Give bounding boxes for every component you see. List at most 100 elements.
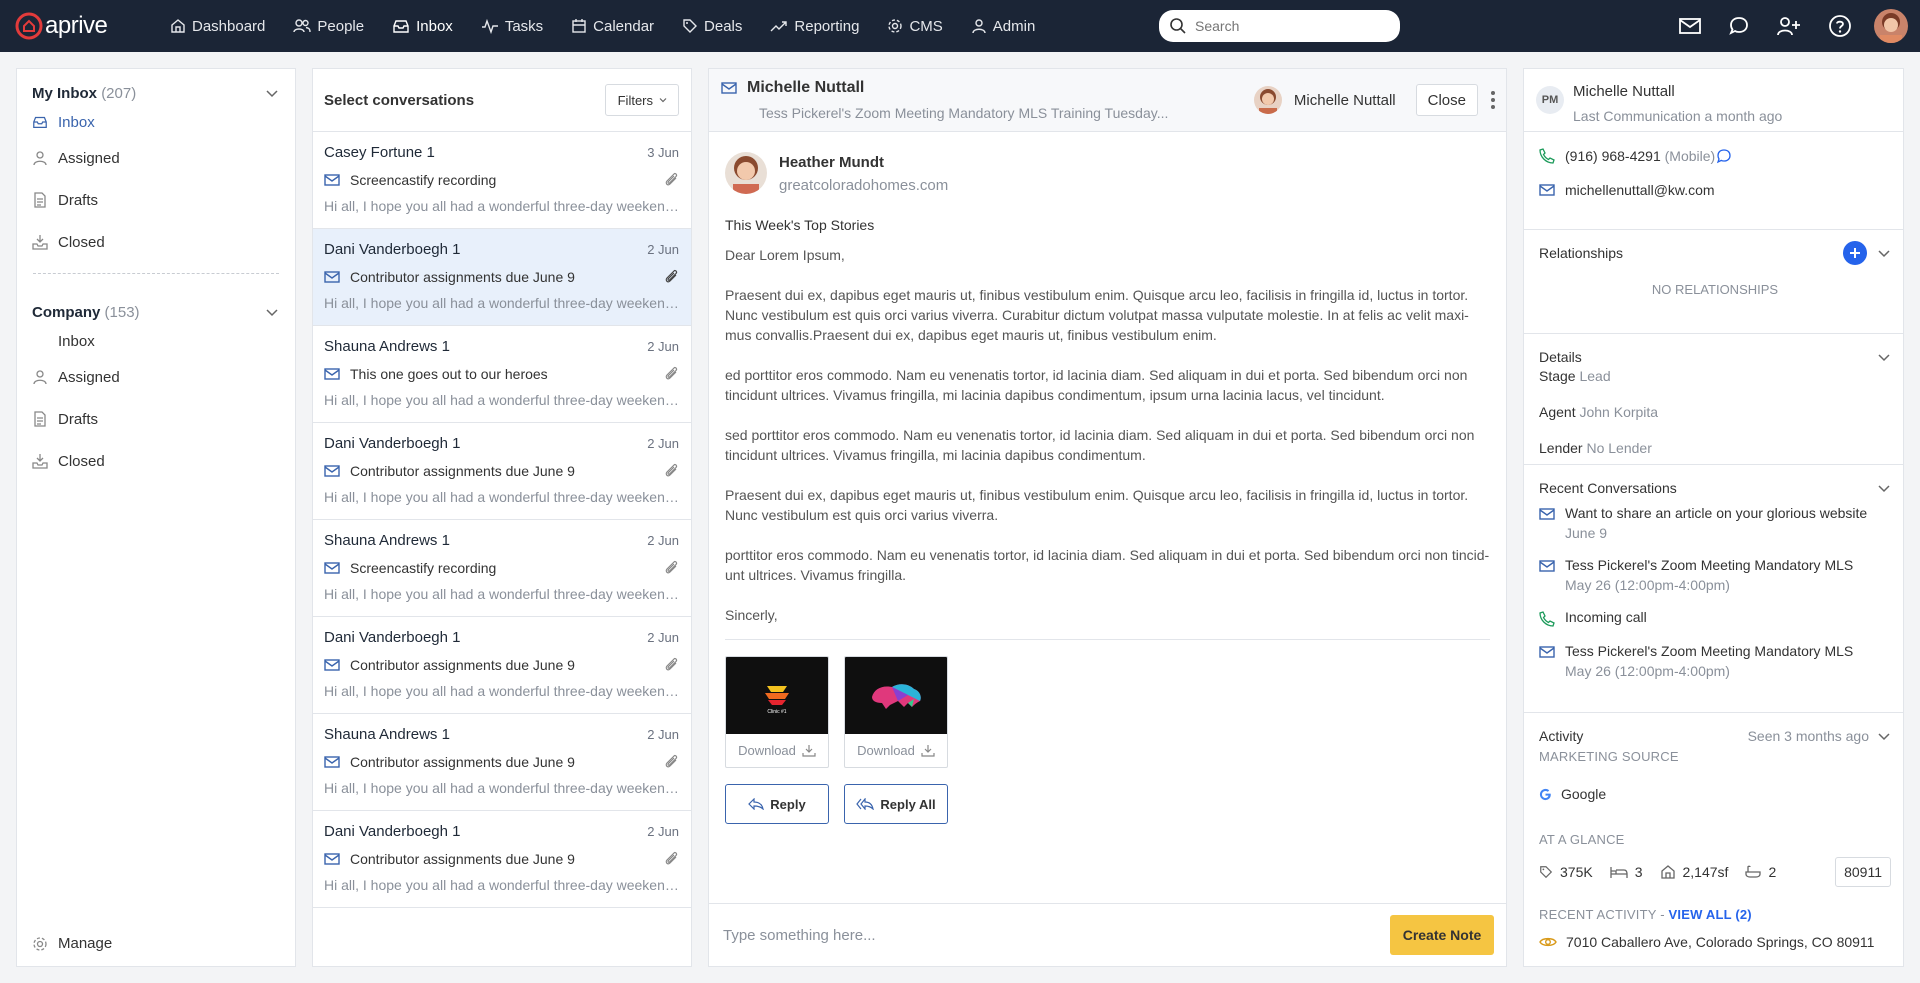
mail-icon[interactable] [1678,16,1702,36]
chevron-down-icon[interactable] [265,305,279,319]
paperclip-icon [665,851,678,865]
top-nav: aprive Dashboard People Inbox Tasks Cale… [0,0,1920,52]
sidebar-item-company-closed[interactable]: Closed [17,440,295,482]
my-inbox-count: (207) [101,84,137,102]
create-note-button[interactable]: Create Note [1390,915,1494,955]
conversation-row[interactable]: Dani Vanderboegh 1 2 Jun Contributor assig… [313,423,691,520]
tasks-icon [481,18,498,34]
sidebar-item-my-closed[interactable]: Closed [17,221,295,263]
download-label: Download [738,743,796,758]
recent-conversations-section: Recent Conversations Want to share an ar… [1524,465,1903,713]
my-inbox-header[interactable]: My Inbox (207) [17,79,295,107]
view-all-link[interactable]: VIEW ALL (2) [1669,907,1752,922]
detail-agent[interactable]: Agent John Korpita [1539,404,1891,424]
conversation-row[interactable]: Shauna Andrews 1 2 Jun Contributor assignm… [313,714,691,811]
nav-calendar[interactable]: Calendar [557,0,668,52]
conversation-preview: Hi all, I hope you all had a wonderful t… [324,586,679,602]
detail-stage[interactable]: Stage Lead [1539,368,1891,388]
conversation-date: 2 Jun [647,436,679,451]
sidebar-item-label: Drafts [58,191,99,209]
recent-activity-label: RECENT ACTIVITY - VIEW ALL (2) [1539,907,1891,922]
user-avatar[interactable] [1874,9,1908,43]
search-input[interactable] [1195,18,1385,34]
company-header[interactable]: Company (153) [17,298,295,326]
chevron-down-icon[interactable] [1877,481,1891,495]
sidebar-item-company-inbox[interactable]: Inbox [17,326,295,356]
sidebar-item-company-assigned[interactable]: Assigned [17,356,295,398]
detail-label: Stage [1539,368,1576,384]
email-paragraph: porttitor eros commodo. Nam eu venenatis… [725,547,1490,583]
nav-cms[interactable]: CMS [873,0,956,52]
conversation-preview: Hi all, I hope you all had a wonderful t… [324,780,679,796]
nav-deals[interactable]: Deals [668,0,756,52]
attachment[interactable]: Download [844,656,948,768]
chat-icon[interactable] [1728,15,1750,37]
glance-price: 375K [1539,864,1593,880]
more-options-icon[interactable] [1490,90,1496,110]
user-icon [33,151,47,166]
phone-row[interactable]: (916) 968-4291 (Mobile) [1539,146,1891,166]
chevron-down-icon[interactable] [265,86,279,100]
message-contact-name[interactable]: Michelle Nuttall [747,79,864,97]
email-row[interactable]: michellenuttall@kw.com [1539,180,1891,200]
search-box[interactable] [1159,10,1400,42]
download-link[interactable]: Download [845,734,947,767]
nav-admin[interactable]: Admin [957,0,1050,52]
chevron-down-icon[interactable] [1877,729,1891,743]
logo[interactable]: aprive [14,11,134,41]
conversation-row[interactable]: Casey Fortune 1 3 Jun Screencastify record… [313,132,691,229]
conversation-row[interactable]: Shauna Andrews 1 2 Jun This one goes out t… [313,326,691,423]
people-icon [293,19,312,33]
glance-beds: 3 [1610,864,1643,880]
mail-icon [1539,508,1555,520]
email-paragraph: ed porttitor eros commodo. Nam eu venena… [725,367,1468,403]
reply-all-button[interactable]: Reply All [844,784,948,824]
add-relationship-button[interactable] [1843,241,1867,265]
attachment[interactable]: Clinic #1 Download [725,656,829,768]
detail-lender[interactable]: Lender No Lender [1539,440,1891,460]
nav-inbox[interactable]: Inbox [378,0,467,52]
inbox-sidebar: My Inbox (207) Inbox Assigned Drafts Clo… [16,68,296,967]
activity-title: Activity [1539,728,1584,744]
sidebar-item-my-assigned[interactable]: Assigned [17,137,295,179]
recent-conversation[interactable]: Want to share an article on your gloriou… [1539,505,1891,541]
note-composer: Create Note [709,903,1506,966]
nav-reporting[interactable]: Reporting [756,0,873,52]
recent-activity-item[interactable]: 7010 Caballero Ave, Colorado Springs, CO… [1539,934,1891,950]
sms-icon[interactable] [1716,148,1732,164]
nav-dashboard[interactable]: Dashboard [156,0,279,52]
chevron-down-icon[interactable] [1877,350,1891,364]
download-label: Download [857,743,915,758]
conversation-row[interactable]: Dani Vanderboegh 1 2 Jun Contributor assig… [313,617,691,714]
reply-button[interactable]: Reply [725,784,829,824]
recent-conversation[interactable]: Incoming call [1539,609,1891,627]
sidebar-item-company-drafts[interactable]: Drafts [17,398,295,440]
contact-name[interactable]: Michelle Nuttall [1573,83,1782,100]
email-content: This Week's Top Stories Dear Lorem Ipsum… [725,215,1490,625]
assignee[interactable]: Michelle Nuttall [1253,86,1396,114]
recent-conversation[interactable]: Tess Pickerel's Zoom Meeting Mandatory M… [1539,643,1891,679]
manage-button[interactable]: Manage [32,935,112,952]
conversation-row[interactable]: Dani Vanderboegh 1 2 Jun Contributor assig… [313,229,691,326]
recent-conversation[interactable]: Tess Pickerel's Zoom Meeting Mandatory M… [1539,557,1891,593]
help-icon[interactable] [1828,14,1852,38]
filters-button[interactable]: Filters [604,84,679,116]
attachment-caption: Clinic #1 [767,709,786,715]
download-link[interactable]: Download [726,734,828,767]
sidebar-item-label: Inbox [58,332,95,350]
nav-people[interactable]: People [279,0,378,52]
conversation-row[interactable]: Dani Vanderboegh 1 2 Jun Contributor assig… [313,811,691,908]
chevron-down-icon[interactable] [1877,246,1891,260]
add-user-icon[interactable] [1776,15,1802,37]
email-paragraph: sed porttitor eros commodo. Nam eu venen… [725,427,1475,463]
note-input[interactable] [723,926,1390,944]
paperclip-icon [665,269,678,283]
conversation-row[interactable]: Shauna Andrews 1 2 Jun Screencastify recor… [313,520,691,617]
nav-tasks[interactable]: Tasks [467,0,557,52]
sidebar-item-my-drafts[interactable]: Drafts [17,179,295,221]
recent-conversation-date: June 9 [1565,525,1608,541]
last-communication: Last Communication a month ago [1573,108,1783,124]
close-button[interactable]: Close [1415,84,1478,116]
bed-icon [1610,867,1628,878]
sidebar-item-my-inbox[interactable]: Inbox [17,107,295,137]
